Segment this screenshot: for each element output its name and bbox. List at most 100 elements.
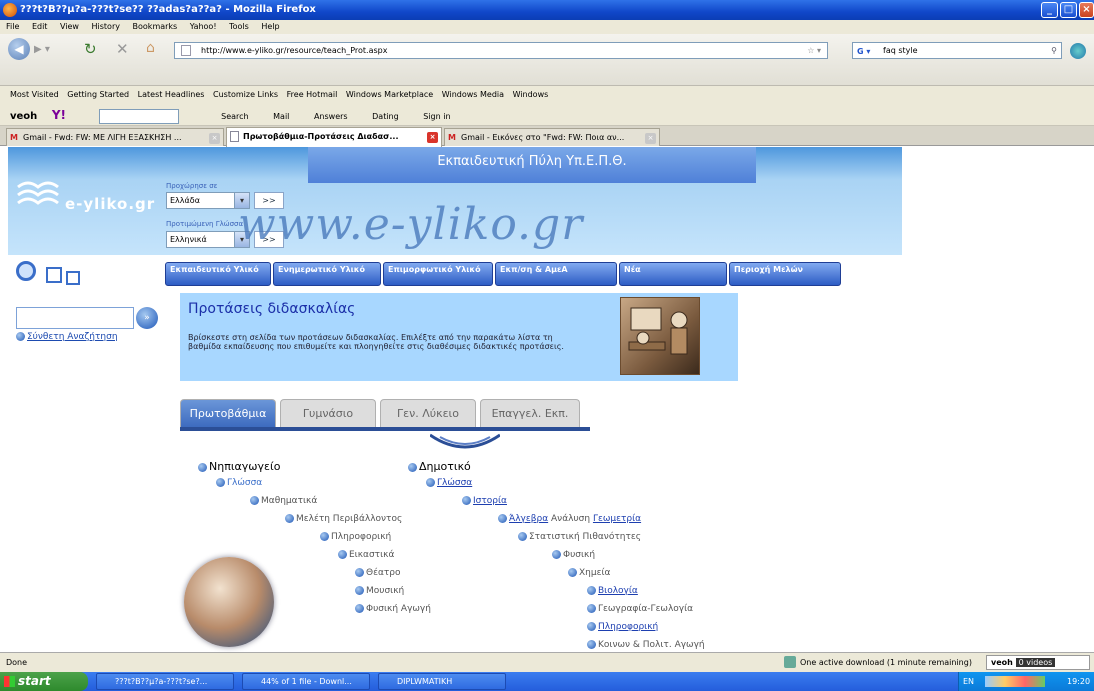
download-status[interactable]: One active download (1 minute remaining) bbox=[800, 653, 972, 673]
kg-item-math[interactable]: Μαθηματικά bbox=[250, 496, 317, 506]
kindergarten-heading[interactable]: Νηπιαγωγείο bbox=[198, 460, 280, 473]
url-bar[interactable]: http://www.e-yliko.gr/resource/teach_Pro… bbox=[174, 42, 828, 59]
advanced-search-label: Σύνθετη Αναζήτηση bbox=[27, 332, 118, 342]
bullet-icon bbox=[587, 586, 596, 595]
pr-item-informatics[interactable]: Πληροφορική bbox=[587, 622, 658, 632]
bookmark-customize-links[interactable]: Customize Links bbox=[213, 90, 278, 99]
tab-primary[interactable]: Πρωτοβάθμια bbox=[180, 399, 276, 427]
bookmark-windows-marketplace[interactable]: Windows Marketplace bbox=[346, 90, 433, 99]
tray-icons[interactable] bbox=[985, 676, 1045, 687]
kg-item-informatics[interactable]: Πληροφορική bbox=[320, 532, 391, 542]
pr-item-geography[interactable]: Γεωγραφία-Γεωλογία bbox=[587, 604, 693, 614]
pr-item-geometry[interactable]: Γεωμετρία bbox=[593, 514, 641, 524]
pr-item-history[interactable]: Ιστορία bbox=[462, 496, 507, 506]
minimize-button[interactable]: _ bbox=[1041, 2, 1058, 18]
search-bar[interactable]: G ▾ faq style ⚲ bbox=[852, 42, 1062, 59]
nav-news[interactable]: Νέα bbox=[619, 262, 727, 286]
pr-item-language[interactable]: Γλώσσα bbox=[426, 478, 472, 488]
nav-educational-material[interactable]: Εκπαιδευτικό Υλικό bbox=[165, 262, 271, 286]
advanced-search-link[interactable]: Σύνθετη Αναζήτηση bbox=[16, 332, 118, 342]
nav-training-material[interactable]: Επιμορφωτικό Υλικό bbox=[383, 262, 493, 286]
start-button[interactable]: start bbox=[0, 672, 88, 691]
veoh-status[interactable]: veoh 0 videos bbox=[986, 655, 1090, 670]
pr-item-physics[interactable]: Φυσική bbox=[552, 550, 595, 560]
nav-informative-material[interactable]: Ενημερωτικό Υλικό bbox=[273, 262, 381, 286]
home-icon[interactable]: ⌂ bbox=[146, 40, 155, 56]
tab-gmail-1[interactable]: M Gmail - Fwd: FW: ΜΕ ΛΙΓΗ ΕΞΑΣΚΗΣΗ ... … bbox=[6, 128, 224, 146]
pr-item-statistics[interactable]: Στατιστική Πιθανότητες bbox=[518, 532, 641, 542]
yahoo-signin-button[interactable]: Sign in bbox=[423, 112, 450, 121]
zoom-in-icon[interactable] bbox=[16, 261, 36, 281]
zoom-out-icon[interactable] bbox=[66, 271, 80, 285]
bookmark-free-hotmail[interactable]: Free Hotmail bbox=[287, 90, 338, 99]
bookmark-windows[interactable]: Windows bbox=[513, 90, 549, 99]
yahoo-search-button[interactable]: Search bbox=[221, 112, 248, 121]
site-search-go-icon[interactable]: » bbox=[136, 307, 158, 329]
site-search-input[interactable] bbox=[16, 307, 134, 329]
tab-lyceum[interactable]: Γεν. Λύκειο bbox=[380, 399, 476, 427]
menu-file[interactable]: File bbox=[6, 22, 19, 31]
yahoo-answers-button[interactable]: Answers bbox=[314, 112, 348, 121]
close-button[interactable]: × bbox=[1079, 2, 1094, 18]
star-icon[interactable]: ☆ ▾ bbox=[807, 43, 821, 58]
download-icon[interactable] bbox=[784, 656, 796, 668]
kg-item-arts[interactable]: Εικαστικά bbox=[338, 550, 394, 560]
pr-item-chemistry[interactable]: Χημεία bbox=[568, 568, 610, 578]
zoom-page-icon[interactable] bbox=[46, 267, 62, 283]
tab-close-icon[interactable]: × bbox=[645, 133, 656, 144]
menu-history[interactable]: History bbox=[92, 22, 120, 31]
menu-help[interactable]: Help bbox=[261, 22, 279, 31]
yahoo-search-input[interactable] bbox=[98, 109, 179, 124]
pr-item-analysis[interactable]: Ανάλυση bbox=[551, 514, 590, 524]
goto-select[interactable]: Ελλάδα bbox=[166, 192, 242, 209]
magnifier-icon[interactable]: ⚲ bbox=[1051, 43, 1057, 58]
tab-gmail-2[interactable]: M Gmail - Εικόνες στο "Fwd: FW: Ποια αν.… bbox=[444, 128, 660, 146]
language-select[interactable]: Ελληνικά bbox=[166, 231, 242, 248]
kg-item-environment[interactable]: Μελέτη Περιβάλλοντος bbox=[285, 514, 402, 524]
yahoo-mail-button[interactable]: Mail bbox=[273, 112, 289, 121]
kg-item-music[interactable]: Μουσική bbox=[355, 586, 404, 596]
yahoo-logo[interactable]: Y! bbox=[52, 108, 66, 122]
yahoo-dating-button[interactable]: Dating bbox=[372, 112, 399, 121]
tab-close-icon[interactable]: × bbox=[209, 133, 220, 144]
menu-bookmarks[interactable]: Bookmarks bbox=[133, 22, 178, 31]
veoh-logo[interactable]: veoh bbox=[10, 111, 37, 122]
task-folder[interactable]: DIPLWMATIKH bbox=[378, 673, 506, 690]
stop-icon[interactable]: ✕ bbox=[116, 40, 129, 58]
bookmark-windows-media[interactable]: Windows Media bbox=[442, 90, 504, 99]
menu-edit[interactable]: Edit bbox=[32, 22, 48, 31]
pr-item-civics[interactable]: Κοινων & Πολιτ. Αγωγή bbox=[587, 640, 705, 650]
search-value: faq style bbox=[883, 46, 918, 55]
primary-heading[interactable]: Δημοτικό bbox=[408, 460, 471, 473]
bookmark-getting-started[interactable]: Getting Started bbox=[67, 90, 129, 99]
menu-tools[interactable]: Tools bbox=[229, 22, 249, 31]
nav-members-area[interactable]: Περιοχή Μελών bbox=[729, 262, 841, 286]
tab-current[interactable]: Πρωτοβάθμια-Προτάσεις Διαδασ... × bbox=[226, 127, 442, 147]
site-logo[interactable]: e-yliko.gr bbox=[65, 195, 155, 213]
forward-icon[interactable]: ▶ ▾ bbox=[34, 44, 50, 55]
bookmark-most-visited[interactable]: Most Visited bbox=[10, 90, 59, 99]
back-icon[interactable]: ◀ bbox=[8, 38, 30, 60]
tab-vocational[interactable]: Επαγγελ. Εκπ. bbox=[480, 399, 580, 427]
tab-close-icon[interactable]: × bbox=[427, 132, 438, 143]
kg-item-language[interactable]: Γλώσσα bbox=[216, 478, 262, 488]
language-indicator[interactable]: EN bbox=[963, 677, 974, 686]
page-content: e-yliko.gr Εκπαιδευτική Πύλη Υπ.Ε.Π.Θ. Π… bbox=[0, 147, 1094, 652]
task-downloads[interactable]: 44% of 1 file - Downl... bbox=[242, 673, 370, 690]
menu-yahoo[interactable]: Yahoo! bbox=[190, 22, 217, 31]
goto-label: Προχώρησε σε bbox=[166, 182, 218, 190]
maximize-button[interactable]: □ bbox=[1060, 2, 1077, 18]
kg-item-theatre[interactable]: Θέατρο bbox=[355, 568, 401, 578]
reload-icon[interactable]: ↻ bbox=[84, 40, 97, 58]
google-icon[interactable]: G ▾ bbox=[857, 44, 870, 59]
tab-gymnasium[interactable]: Γυμνάσιο bbox=[280, 399, 376, 427]
pr-item-algebra[interactable]: Άλγεβρα bbox=[509, 514, 548, 524]
task-firefox[interactable]: ???t?B??µ?a-???t?se?... bbox=[96, 673, 234, 690]
nav-special-education[interactable]: Εκπ/ση & ΑμεΑ bbox=[495, 262, 617, 286]
bookmark-latest-headlines[interactable]: Latest Headlines bbox=[138, 90, 205, 99]
addon-icon[interactable] bbox=[1070, 43, 1086, 59]
pr-item-biology[interactable]: Βιολογία bbox=[587, 586, 638, 596]
menu-view[interactable]: View bbox=[60, 22, 79, 31]
kg-item-pe[interactable]: Φυσική Αγωγή bbox=[355, 604, 431, 614]
bullet-icon bbox=[518, 532, 527, 541]
